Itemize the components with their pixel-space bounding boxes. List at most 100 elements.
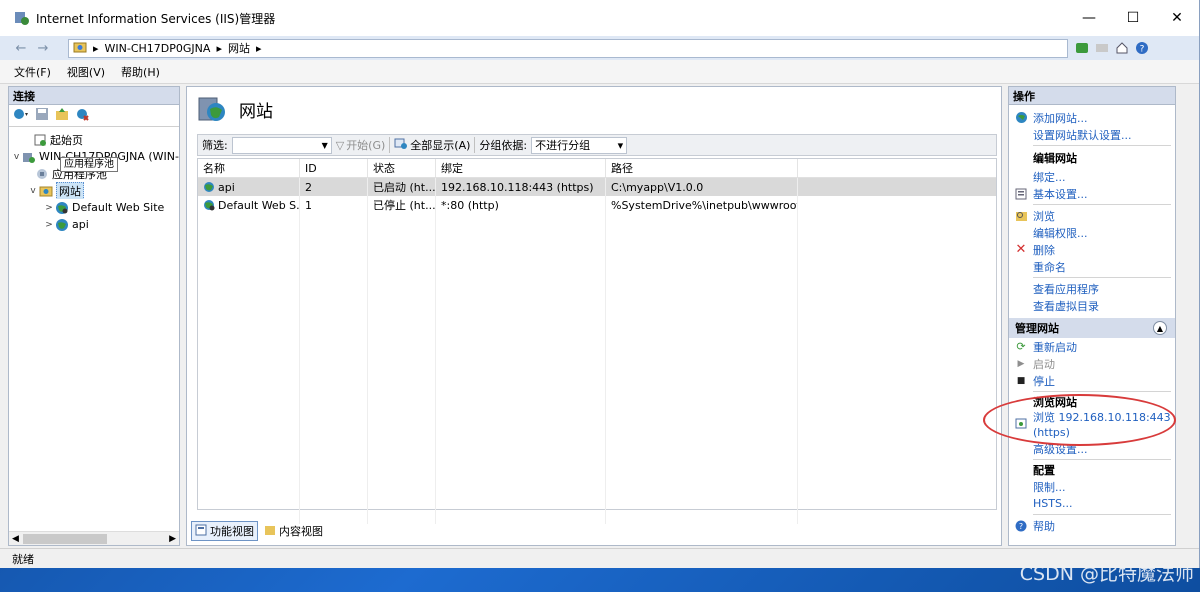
- scroll-left-icon[interactable]: ◀: [12, 534, 19, 544]
- status-text: 就绪: [12, 552, 34, 566]
- back-button[interactable]: ←: [10, 39, 32, 57]
- filter-bar: 筛选: ▼ ▽ 开始(G) 全部显示(A) 分组依据: 不进行分组 ▾: [197, 134, 997, 156]
- edit-site-title: 编辑网站: [1033, 152, 1077, 165]
- start-link[interactable]: ▶ 启动: [1009, 355, 1175, 372]
- restart-link[interactable]: ⟳ 重新启动: [1009, 338, 1175, 355]
- title-bar[interactable]: Internet Information Services (IIS)管理器 —…: [0, 0, 1199, 36]
- close-button[interactable]: ✕: [1155, 0, 1199, 36]
- site-defaults-link[interactable]: 设置网站默认设置...: [1009, 126, 1175, 143]
- breadcrumb-arrow[interactable]: ▸: [256, 42, 262, 55]
- edit-permissions-link[interactable]: 编辑权限...: [1009, 224, 1175, 241]
- breadcrumb[interactable]: ▸ WIN-CH17DP0GJNA ▸ 网站 ▸: [68, 38, 1068, 58]
- tree-item-default-web-site[interactable]: > Default Web Site: [9, 199, 179, 216]
- help-icon[interactable]: ?: [1134, 40, 1150, 56]
- bindings-link[interactable]: 绑定...: [1009, 168, 1175, 185]
- connect-icon[interactable]: [13, 107, 29, 124]
- stop-link[interactable]: ■ 停止: [1009, 372, 1175, 389]
- scrollbar-thumb[interactable]: [23, 534, 107, 544]
- site-status-cell: 已停止 (ht...: [368, 196, 436, 214]
- tooltip: 应用程序池: [60, 157, 118, 172]
- go-button[interactable]: ▽ 开始(G): [336, 137, 386, 153]
- breadcrumb-server[interactable]: WIN-CH17DP0GJNA: [105, 42, 211, 55]
- content-view-icon: [264, 524, 276, 539]
- features-view-icon: [195, 524, 207, 539]
- home-icon[interactable]: [1114, 40, 1130, 56]
- maximize-button[interactable]: ☐: [1111, 0, 1155, 36]
- refresh-icon[interactable]: [1074, 40, 1090, 56]
- globe-icon: [204, 200, 215, 211]
- site-path-cell: C:\myapp\V1.0.0: [606, 178, 798, 196]
- dropdown-icon[interactable]: ▼: [322, 141, 328, 150]
- minimize-button[interactable]: —: [1067, 0, 1111, 36]
- actions-pane: 操作 添加网站... 设置网站默认设置... 编辑网站 绑定... 基本设置..…: [1008, 86, 1176, 546]
- column-header-status[interactable]: 状态: [368, 159, 436, 177]
- settings-icon: [1013, 188, 1029, 200]
- delete-link[interactable]: ✕ 删除: [1009, 241, 1175, 258]
- menu-view[interactable]: 视图(V): [67, 64, 105, 80]
- breadcrumb-sites[interactable]: 网站: [228, 40, 250, 56]
- expand-icon[interactable]: >: [43, 203, 55, 213]
- iis-app-icon: [15, 12, 29, 25]
- save-icon[interactable]: [35, 107, 49, 124]
- divider: [389, 137, 391, 153]
- expand-icon[interactable]: >: [43, 220, 55, 230]
- sites-folder-icon: [39, 184, 53, 198]
- connections-header: 连接: [9, 87, 179, 105]
- tab-content-view[interactable]: 内容视图: [261, 522, 326, 540]
- server-icon: [22, 150, 36, 164]
- globe-icon: [55, 218, 69, 232]
- tree-item-api[interactable]: > api: [9, 216, 179, 233]
- tree-item-sites[interactable]: v 网站: [9, 182, 179, 199]
- sites-table: 名称 ID 状态 绑定 路径 api 2 已启动 (ht... 192.168.…: [197, 158, 997, 524]
- add-site-link[interactable]: 添加网站...: [1009, 109, 1175, 126]
- actions-header: 操作: [1009, 87, 1175, 105]
- menu-help[interactable]: 帮助(H): [121, 64, 160, 80]
- dropdown-icon[interactable]: ▾: [618, 139, 624, 152]
- limits-link[interactable]: 限制...: [1009, 478, 1175, 495]
- hsts-link[interactable]: HSTS...: [1009, 495, 1175, 512]
- start-page-icon: [33, 133, 47, 147]
- horizontal-scrollbar[interactable]: ◀ ▶: [9, 531, 179, 545]
- delete-connection-icon[interactable]: [75, 107, 89, 124]
- tab-features-view[interactable]: 功能视图: [191, 521, 258, 541]
- computer-icon: [73, 42, 87, 53]
- globe-icon: [55, 201, 69, 215]
- rename-link[interactable]: 重命名: [1009, 258, 1175, 275]
- column-header-name[interactable]: 名称: [198, 159, 300, 177]
- column-header-binding[interactable]: 绑定: [436, 159, 606, 177]
- basic-settings-link[interactable]: 基本设置...: [1009, 185, 1175, 202]
- scroll-right-icon[interactable]: ▶: [169, 534, 176, 544]
- view-tabs: 功能视图 内容视图: [191, 521, 326, 541]
- collapse-icon[interactable]: v: [27, 186, 39, 196]
- breadcrumb-arrow[interactable]: ▸: [93, 42, 99, 55]
- table-row[interactable]: api 2 已启动 (ht... 192.168.10.118:443 (htt…: [198, 178, 996, 196]
- filter-input[interactable]: ▼: [231, 136, 332, 154]
- divider: [1033, 204, 1171, 205]
- breadcrumb-arrow[interactable]: ▸: [216, 42, 222, 55]
- collapse-icon[interactable]: ▲: [1153, 321, 1167, 335]
- up-level-icon[interactable]: [55, 107, 69, 124]
- group-by-select[interactable]: 不进行分组 ▾: [531, 136, 628, 154]
- stop-icon[interactable]: [1094, 40, 1110, 56]
- address-bar: ← → ▸ WIN-CH17DP0GJNA ▸ 网站 ▸ ?: [0, 36, 1199, 60]
- stop-icon: ■: [1016, 375, 1026, 386]
- config-title: 配置: [1033, 464, 1055, 477]
- view-virtual-dirs-link[interactable]: 查看虚拟目录: [1009, 297, 1175, 314]
- column-header-id[interactable]: ID: [300, 159, 368, 177]
- show-all-button[interactable]: 全部显示(A): [394, 137, 470, 153]
- menu-file[interactable]: 文件(F): [14, 64, 51, 80]
- table-empty-area: [198, 214, 996, 524]
- forward-button[interactable]: →: [32, 39, 54, 57]
- annotation-ellipse: [983, 394, 1176, 446]
- site-status-cell: 已启动 (ht...: [368, 178, 436, 196]
- start-icon: ▶: [1017, 358, 1025, 369]
- column-header-path[interactable]: 路径: [606, 159, 798, 177]
- explore-link[interactable]: 浏览: [1009, 207, 1175, 224]
- manage-site-section[interactable]: 管理网站 ▲: [1009, 318, 1175, 338]
- view-applications-link[interactable]: 查看应用程序: [1009, 280, 1175, 297]
- site-name-cell: api: [198, 178, 300, 196]
- table-row[interactable]: Default Web S... 1 已停止 (ht... *:80 (http…: [198, 196, 996, 214]
- help-link[interactable]: ? 帮助: [1009, 517, 1175, 534]
- tree-item-start-page[interactable]: 起始页: [9, 131, 179, 148]
- collapse-icon[interactable]: v: [11, 152, 22, 162]
